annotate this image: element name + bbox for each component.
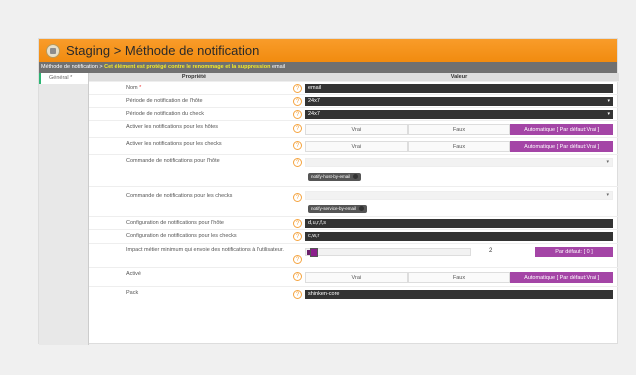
option-auto[interactable]: Automatique [ Par défaut:Vrai ]	[510, 141, 614, 152]
tab-general[interactable]: Général *	[39, 73, 88, 84]
breadcrumb: Méthode de notification > Cet élément es…	[39, 62, 617, 73]
check-options-input[interactable]: c,w,r	[305, 232, 613, 241]
check-period-select[interactable]: 24x7 ▾	[305, 110, 613, 119]
page-title: Staging > Méthode de notification	[66, 43, 260, 58]
command-chip[interactable]: notify-host-by-email	[308, 173, 362, 181]
row-check-enabled: Activer les notifications pour les check…	[89, 137, 619, 154]
row-min-impact: Impact métier minimum qui envoie des not…	[89, 243, 619, 267]
label-host-enabled: Activer les notifications pour les hôtes	[126, 124, 219, 130]
protection-warning: Cet élément est protégé contre le renomm…	[104, 64, 271, 70]
label-check-options: Configuration de notifications pour les …	[126, 233, 237, 239]
help-icon[interactable]: ?	[293, 158, 302, 167]
option-true[interactable]: Vrai	[305, 272, 408, 283]
tab-list: Général *	[39, 73, 89, 345]
active-toggle: Vrai Faux Automatique [ Par défaut:Vrai …	[305, 272, 614, 283]
label-host-period: Période de notification de l'hôte	[126, 98, 203, 104]
check-command-select[interactable]: ▾	[305, 191, 613, 200]
help-icon[interactable]: ?	[293, 232, 302, 241]
breadcrumb-item-name: email	[271, 64, 286, 70]
label-min-impact: Impact métier minimum qui envoie des not…	[126, 247, 284, 253]
row-name: Nom * ? email	[89, 81, 619, 94]
help-icon[interactable]: ?	[293, 255, 302, 264]
check-enabled-toggle: Vrai Faux Automatique [ Par défaut:Vrai …	[305, 141, 614, 152]
label-name: Nom *	[126, 85, 142, 91]
command-chip[interactable]: notify-service-by-email	[308, 205, 368, 213]
impact-slider[interactable]	[305, 248, 471, 257]
host-period-select[interactable]: 24x7 ▾	[305, 97, 613, 106]
help-icon[interactable]: ?	[293, 84, 302, 93]
app-window: Staging > Méthode de notification Méthod…	[38, 38, 619, 345]
row-pack: Pack ? shinken-core	[89, 286, 619, 301]
page-header: Staging > Méthode de notification	[39, 39, 617, 62]
row-check-period: Période de notification du check ? 24x7 ▾	[89, 107, 619, 120]
host-options-input[interactable]: d,u,r,f,s	[305, 219, 613, 228]
help-icon[interactable]: ?	[293, 110, 302, 119]
help-icon[interactable]: ?	[293, 290, 302, 299]
help-icon[interactable]: ?	[293, 193, 302, 202]
default-impact-button[interactable]: Par défaut: [ 0 ]	[535, 247, 613, 257]
name-input[interactable]: email	[305, 84, 613, 93]
row-host-enabled: Activer les notifications pour les hôtes…	[89, 120, 619, 137]
remove-icon[interactable]	[359, 206, 365, 212]
chevron-down-icon: ▾	[607, 111, 610, 117]
option-true[interactable]: Vrai	[305, 124, 408, 135]
column-header-property: Propriété	[181, 74, 207, 80]
pack-input[interactable]: shinken-core	[305, 290, 613, 299]
remove-icon[interactable]	[353, 174, 359, 180]
slider-handle[interactable]	[310, 248, 318, 257]
option-true[interactable]: Vrai	[305, 141, 408, 152]
chevron-down-icon: ▾	[606, 192, 609, 198]
chevron-down-icon: ▾	[606, 159, 609, 165]
row-check-command: Commande de notifications pour les check…	[89, 186, 619, 216]
option-auto[interactable]: Automatique [ Par défaut:Vrai ]	[510, 124, 614, 135]
label-check-period: Période de notification du check	[126, 111, 204, 117]
host-command-select[interactable]: ▾	[305, 158, 613, 167]
help-icon[interactable]: ?	[293, 97, 302, 106]
help-icon[interactable]: ?	[293, 124, 302, 133]
column-header-value: Valeur	[450, 74, 468, 80]
breadcrumb-prefix: Méthode de notification >	[41, 64, 103, 70]
label-check-enabled: Activer les notifications pour les check…	[126, 141, 222, 147]
help-icon[interactable]: ?	[293, 272, 302, 281]
label-check-command: Commande de notifications pour les check…	[126, 193, 233, 199]
row-host-command: Commande de notifications pour l'hôte ? …	[89, 154, 619, 186]
host-enabled-toggle: Vrai Faux Automatique [ Par défaut:Vrai …	[305, 124, 614, 135]
option-false[interactable]: Faux	[407, 124, 511, 135]
help-icon[interactable]: ?	[293, 219, 302, 228]
row-check-options: Configuration de notifications pour les …	[89, 229, 619, 243]
help-icon[interactable]: ?	[293, 141, 302, 150]
option-false[interactable]: Faux	[407, 272, 511, 283]
chevron-down-icon: ▾	[607, 98, 610, 104]
label-active: Activé	[126, 271, 141, 277]
impact-value: 2	[489, 248, 493, 254]
row-active: Activé ? Vrai Faux Automatique [ Par déf…	[89, 267, 619, 286]
label-host-options: Configuration de notifications pour l'hô…	[126, 220, 224, 226]
option-auto[interactable]: Automatique [ Par défaut:Vrai ]	[510, 272, 614, 283]
notification-method-icon	[46, 43, 60, 58]
label-host-command: Commande de notifications pour l'hôte	[126, 158, 220, 164]
row-host-options: Configuration de notifications pour l'hô…	[89, 216, 619, 229]
row-host-period: Période de notification de l'hôte ? 24x7…	[89, 94, 619, 107]
option-false[interactable]: Faux	[407, 141, 511, 152]
label-pack: Pack	[126, 290, 139, 296]
table-header: Propriété Valeur	[89, 73, 619, 81]
